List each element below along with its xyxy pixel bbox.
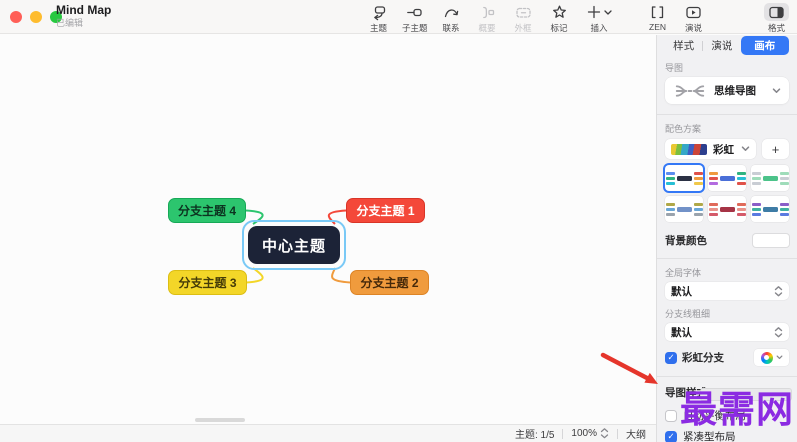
document-edited-status: 已编辑 xyxy=(56,17,84,28)
toolbar-summary-button[interactable]: 概要 xyxy=(475,3,500,34)
global-font-label: 全局字体 xyxy=(665,268,702,278)
branch-line-2 xyxy=(331,267,351,284)
theme-thumbnail-4[interactable] xyxy=(665,196,703,222)
map-type-value: 思维导图 xyxy=(714,85,756,97)
branch-topic-4-node[interactable]: 分支主题 4 xyxy=(168,198,246,223)
background-color-swatch[interactable] xyxy=(753,234,789,247)
scheme-section-label: 配色方案 xyxy=(665,124,702,134)
chevron-down-icon xyxy=(741,146,750,151)
toolbar-right-group: ZEN 演说 格式 xyxy=(645,3,789,34)
document-title-block: Mind Map 已编辑 xyxy=(56,3,112,28)
plus-icon xyxy=(583,3,616,21)
statusbar-divider xyxy=(617,428,618,439)
zoom-stepper-icon[interactable] xyxy=(600,427,609,440)
window-controls xyxy=(10,11,62,23)
branch-topic-2-node[interactable]: 分支主题 2 xyxy=(350,270,429,295)
toolbar-boundary-button[interactable]: 外框 xyxy=(511,3,536,34)
tab-canvas[interactable]: 画布 xyxy=(740,36,789,55)
zoom-control[interactable]: 100% xyxy=(571,427,609,440)
chevron-down-icon xyxy=(776,355,782,360)
titlebar: Mind Map 已编辑 主题 子主题 联系 概要 外框 标记 插入 ZEN 演… xyxy=(0,0,797,34)
rainbow-branch-color-button[interactable] xyxy=(754,349,789,366)
tab-style[interactable]: 样式 xyxy=(665,38,702,53)
window-title: Mind Map xyxy=(56,3,112,17)
topic-icon xyxy=(366,3,391,21)
branch-topic-3-node[interactable]: 分支主题 3 xyxy=(168,270,247,295)
relation-icon xyxy=(439,3,464,21)
divider xyxy=(657,376,797,377)
boundary-icon xyxy=(511,3,536,21)
theme-thumbnail-5[interactable] xyxy=(708,196,746,222)
theme-thumbnail-3[interactable] xyxy=(751,165,789,191)
panel-tabs: 样式 演说 画布 xyxy=(665,36,789,55)
zoom-level: 100% xyxy=(571,428,597,439)
auto-balance-checkbox[interactable] xyxy=(665,409,677,422)
stepper-icon xyxy=(774,285,783,296)
watermark: 最需网 xyxy=(680,388,794,431)
toolbar-present-button[interactable]: 演说 xyxy=(681,3,706,34)
toolbar-mark-button[interactable]: 标记 xyxy=(547,3,572,34)
stepper-icon xyxy=(774,326,783,337)
toolbar-insert-button[interactable]: 插入 xyxy=(583,3,616,34)
status-bar: 主题: 1/5 100% 大纲 xyxy=(0,424,656,442)
toolbar-subtopic-button[interactable]: 子主题 xyxy=(402,3,428,34)
theme-thumbnail-1[interactable] xyxy=(665,165,703,191)
format-sidebar-icon xyxy=(764,3,789,21)
toolbar-zen-button[interactable]: ZEN xyxy=(645,3,670,32)
color-wheel-icon xyxy=(760,351,773,364)
chevron-down-icon xyxy=(603,9,612,15)
branch-line-width-select[interactable]: 默认 xyxy=(665,323,789,341)
theme-thumbnail-2[interactable] xyxy=(708,165,746,191)
chevron-down-icon xyxy=(772,87,781,93)
rainbow-branch-checkbox[interactable] xyxy=(665,351,677,364)
close-window-button[interactable] xyxy=(10,11,22,23)
star-icon xyxy=(547,3,572,21)
divider xyxy=(657,258,797,259)
minimize-window-button[interactable] xyxy=(30,11,42,23)
map-type-dropdown[interactable]: 思维导图 xyxy=(665,77,789,104)
outline-button[interactable]: 大纲 xyxy=(626,426,646,441)
summary-icon xyxy=(475,3,500,21)
toolbar-format-button[interactable]: 格式 xyxy=(764,3,789,34)
topic-counter: 主题: 1/5 xyxy=(514,430,555,441)
global-font-value: 默认 xyxy=(671,285,692,298)
branch-line-3 xyxy=(245,267,264,284)
rainbow-swatch xyxy=(671,143,707,155)
background-color-label: 背景颜色 xyxy=(665,235,707,247)
statusbar-divider xyxy=(562,428,564,439)
theme-thumbnail-6[interactable] xyxy=(751,196,789,222)
toolbar-center-group: 主题 子主题 联系 概要 外框 标记 插入 xyxy=(366,3,616,34)
global-font-select[interactable]: 默认 xyxy=(665,282,789,300)
zen-brackets-icon xyxy=(645,3,670,21)
horizontal-scrollbar-thumb[interactable] xyxy=(195,418,245,422)
format-panel: 样式 演说 画布 导图 思维导图 配色方案 彩虹 + 背景颜色 全局字体 默认 … xyxy=(656,35,797,442)
theme-thumbnail-grid xyxy=(665,165,789,222)
presentation-play-icon xyxy=(681,3,706,21)
compact-layout-checkbox[interactable] xyxy=(665,430,677,442)
tab-present[interactable]: 演说 xyxy=(703,38,740,53)
color-scheme-value: 彩虹 xyxy=(713,143,734,156)
map-section-label: 导图 xyxy=(665,63,684,73)
mindmap-canvas[interactable]: 中心主题 分支主题 1 分支主题 2 分支主题 3 分支主题 4 xyxy=(0,35,656,424)
add-scheme-button[interactable]: + xyxy=(762,139,789,159)
toolbar-relation-button[interactable]: 联系 xyxy=(439,3,464,34)
branch-topic-1-node[interactable]: 分支主题 1 xyxy=(346,198,425,223)
branch-line-width-label: 分支线粗细 xyxy=(665,309,711,319)
subtopic-icon xyxy=(402,3,427,21)
rainbow-branch-label: 彩虹分支 xyxy=(682,352,724,364)
mindmap-type-icon xyxy=(675,84,705,97)
toolbar-topic-button[interactable]: 主题 xyxy=(366,3,391,34)
divider xyxy=(657,114,797,115)
central-topic-node[interactable]: 中心主题 xyxy=(248,226,340,264)
color-scheme-dropdown[interactable]: 彩虹 xyxy=(665,139,756,159)
branch-line-width-value: 默认 xyxy=(671,326,692,339)
